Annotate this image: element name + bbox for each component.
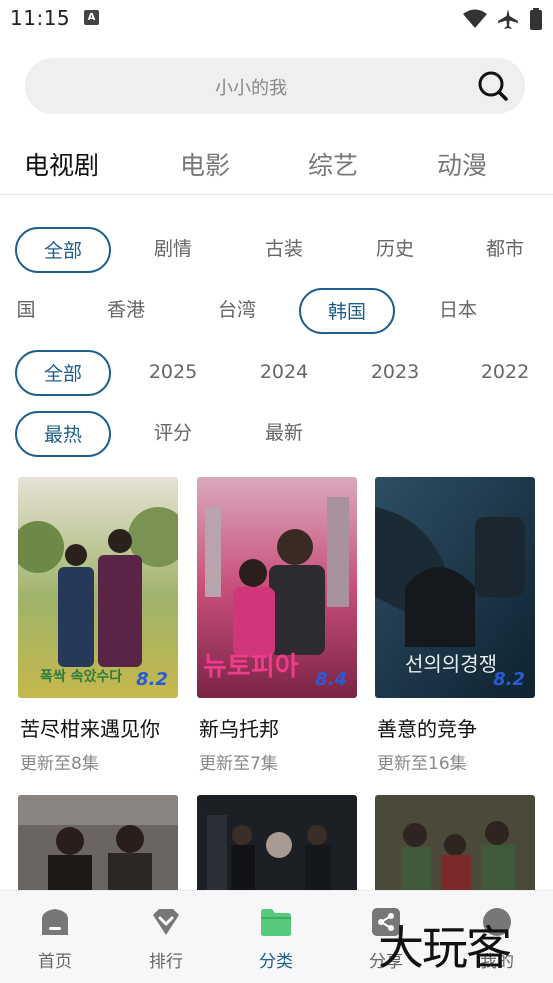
sort-chip[interactable]: 最新 <box>236 411 332 457</box>
rating-badge: 8.2 <box>136 669 168 690</box>
search-bar[interactable]: 小小的我 <box>25 58 525 114</box>
show-title: 苦尽柑来遇见你 <box>20 717 160 741</box>
poster-image: 선의의경쟁 <box>375 477 535 698</box>
show-title: 新乌托邦 <box>199 717 279 741</box>
poster-image <box>375 795 535 895</box>
tab-anime[interactable]: 动漫 <box>437 146 487 182</box>
watermark: 大玩客 <box>378 921 512 975</box>
genre-chip[interactable]: 剧情 <box>125 227 221 273</box>
nav-label: 分类 <box>259 952 293 972</box>
region-chip[interactable]: 韩国 <box>299 288 395 334</box>
nav-label: 排行 <box>149 952 183 972</box>
nav-ranking[interactable]: 排行 <box>121 905 211 972</box>
show-poster[interactable] <box>375 795 535 895</box>
folder-icon <box>261 909 291 936</box>
show-poster[interactable]: 폭싹 속았수다 8.2 <box>18 477 178 698</box>
rating-badge: 8.4 <box>315 669 347 690</box>
year-chip[interactable]: 2023 <box>347 350 443 396</box>
svg-text:선의의경쟁: 선의의경쟁 <box>405 652 497 676</box>
status-icons <box>463 8 543 30</box>
region-filter-row: 国 香港 台湾 韩国 日本 英 <box>0 288 553 336</box>
sort-chip[interactable]: 最热 <box>15 411 111 457</box>
airplane-icon <box>498 9 518 29</box>
region-chip[interactable]: 香港 <box>78 288 174 334</box>
battery-icon <box>530 8 542 30</box>
show-title: 善意的竞争 <box>377 717 477 741</box>
sort-filter-row: 最热 评分 最新 <box>0 411 553 459</box>
nav-label: 首页 <box>38 952 72 972</box>
search-icon[interactable] <box>477 70 509 102</box>
wifi-icon <box>463 9 487 28</box>
show-episode-status: 更新至7集 <box>199 754 278 774</box>
nav-home[interactable]: 首页 <box>10 905 100 972</box>
year-chip[interactable]: 2025 <box>125 350 221 396</box>
svg-text:폭싹 속았수다: 폭싹 속았수다 <box>40 668 122 685</box>
show-poster[interactable] <box>18 795 178 895</box>
year-chip[interactable]: 全部 <box>15 350 111 396</box>
status-bar: 11:15 A <box>0 0 553 40</box>
poster-image <box>18 795 178 895</box>
tab-variety[interactable]: 综艺 <box>308 146 358 182</box>
rating-badge: 8.2 <box>493 669 525 690</box>
region-chip[interactable]: 国 <box>0 288 74 334</box>
show-poster[interactable]: 뉴토피아 8.4 <box>197 477 357 698</box>
region-chip[interactable]: 日本 <box>410 288 506 334</box>
tabs-divider <box>0 194 553 195</box>
tab-tv-series[interactable]: 电视剧 <box>24 146 99 182</box>
year-chip[interactable]: 2024 <box>236 350 332 396</box>
genre-filter-row: 全部 剧情 古装 历史 都市 <box>0 227 553 275</box>
genre-chip[interactable]: 古装 <box>236 227 332 273</box>
year-filter-row: 全部 2025 2024 2023 2022 <box>0 350 553 398</box>
genre-chip[interactable]: 历史 <box>347 227 443 273</box>
show-card[interactable]: 선의의경쟁 8.2 善意的竞争 更新至16集 <box>375 477 535 774</box>
genre-chip[interactable]: 全部 <box>15 227 111 273</box>
genre-chip[interactable]: 都市 <box>457 227 553 273</box>
category-tabs: 电视剧 电影 综艺 动漫 <box>0 140 553 190</box>
region-chip[interactable]: 英 <box>520 288 553 334</box>
nav-category[interactable]: 分类 <box>231 905 321 972</box>
show-episode-status: 更新至16集 <box>377 754 467 774</box>
show-card[interactable]: 뉴토피아 8.4 新乌托邦 更新至7集 <box>197 477 357 774</box>
status-time: 11:15 <box>10 6 71 30</box>
show-card[interactable]: 폭싹 속았수다 8.2 苦尽柑来遇见你 更新至8集 <box>18 477 178 774</box>
notification-a-icon: A <box>84 10 99 25</box>
show-poster[interactable] <box>197 795 357 895</box>
region-chip[interactable]: 台湾 <box>189 288 285 334</box>
poster-image: 폭싹 속았수다 <box>18 477 178 698</box>
show-poster[interactable]: 선의의경쟁 8.2 <box>375 477 535 698</box>
year-chip[interactable]: 2022 <box>457 350 553 396</box>
sort-chip[interactable]: 评分 <box>125 411 221 457</box>
ranking-icon <box>153 909 179 935</box>
home-icon <box>42 909 68 935</box>
show-episode-status: 更新至8集 <box>20 754 99 774</box>
search-placeholder: 小小的我 <box>215 78 287 99</box>
svg-text:뉴토피아: 뉴토피아 <box>203 652 299 682</box>
tab-movies[interactable]: 电影 <box>180 146 230 182</box>
poster-image: 뉴토피아 <box>197 477 357 698</box>
poster-image <box>197 795 357 895</box>
